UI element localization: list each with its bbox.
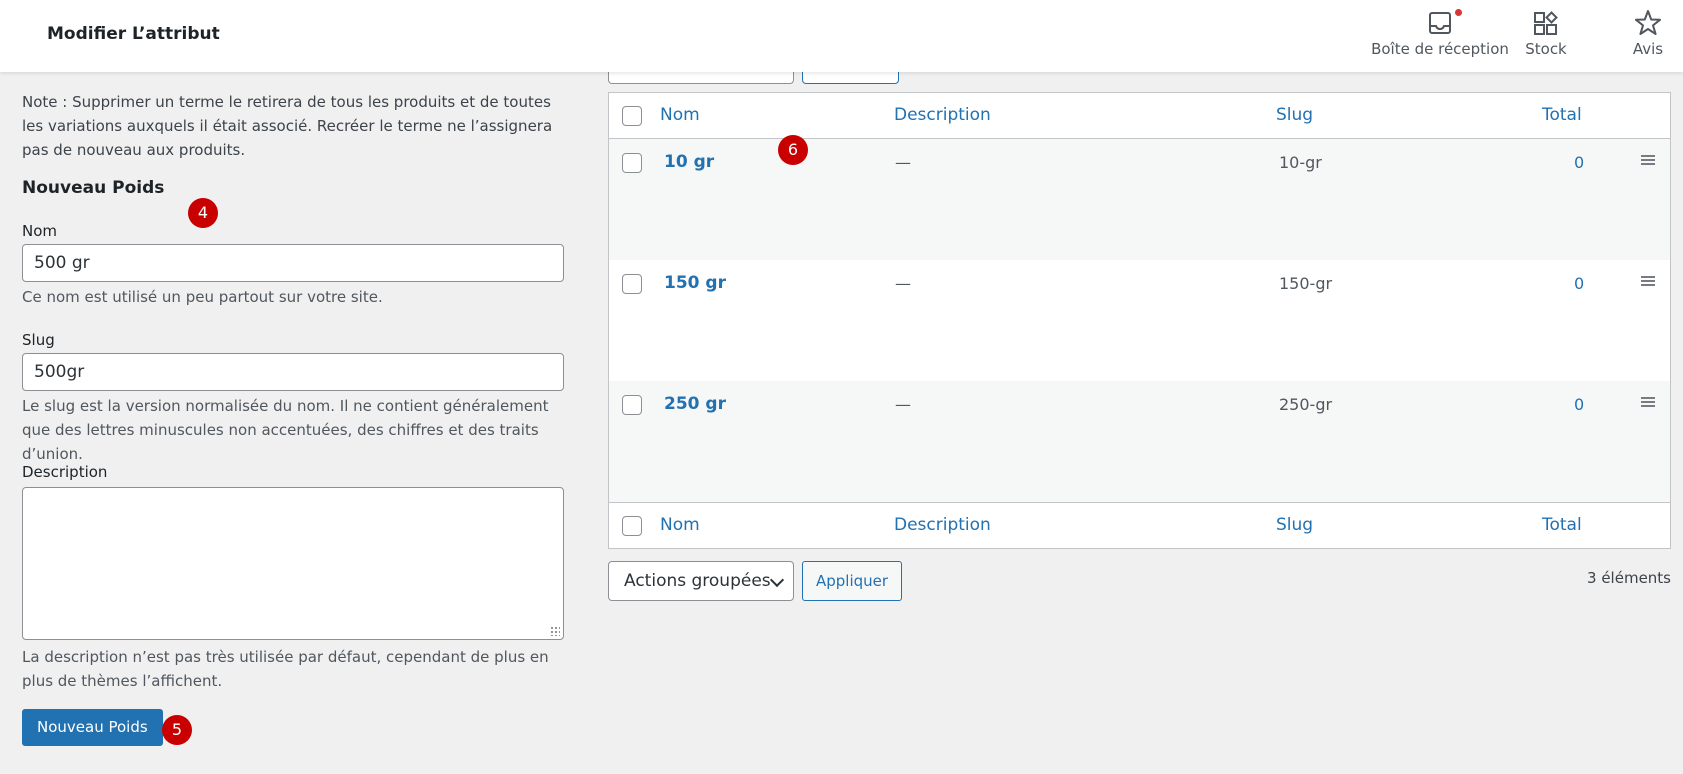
select-all-checkbox-footer[interactable] [622,516,642,536]
term-slug: 150-gr [1279,274,1333,293]
term-count-link[interactable]: 0 [1574,395,1584,414]
terms-table: Nom Description Slug Total 10 gr — 10-gr… [608,92,1671,549]
table-row: 10 gr — 10-gr 0 [609,139,1670,260]
column-header-description[interactable]: Description [894,105,991,125]
chevron-down-icon [769,572,785,588]
description-field-label: Description [22,463,108,481]
inbox-button[interactable]: Boîte de réception [1362,9,1518,58]
delete-note: Note : Supprimer un terme le retirera de… [22,93,553,159]
stock-icon [1532,9,1560,37]
term-description: — [895,274,911,293]
description-help-text: La description n’est pas très utilisée p… [22,648,549,690]
term-count-link[interactable]: 0 [1574,153,1584,172]
term-name-link[interactable]: 250 gr [664,394,726,414]
table-footer: Nom Description Slug Total [609,502,1670,548]
reviews-button[interactable]: Avis [1630,9,1666,58]
form-section-title: Nouveau Poids [22,178,165,198]
items-count: 3 éléments [1587,569,1671,587]
select-all-checkbox[interactable] [622,106,642,126]
name-help-text: Ce nom est utilisé un peu partout sur vo… [22,288,383,306]
apply-button[interactable]: Appliquer [802,561,903,601]
footer-column-description[interactable]: Description [894,515,991,535]
table-row: 250 gr — 250-gr 0 [609,381,1670,502]
row-checkbox[interactable] [622,395,642,415]
bulk-actions-value: Actions groupées [624,571,771,591]
term-count-link[interactable]: 0 [1574,274,1584,293]
term-name-link[interactable]: 10 gr [664,152,714,172]
stock-label: Stock [1525,40,1567,58]
footer-column-name[interactable]: Nom [660,515,700,535]
slug-help-text: Le slug est la version normalisée du nom… [22,397,549,463]
inbox-icon [1426,9,1462,37]
drag-handle-icon[interactable] [1641,397,1655,409]
slug-input[interactable]: 500gr [22,353,564,391]
stock-button[interactable]: Stock [1520,9,1572,58]
step-badge-6: 6 [778,135,808,165]
inbox-label: Boîte de réception [1371,40,1509,58]
row-checkbox[interactable] [622,274,642,294]
term-name-link[interactable]: 150 gr [664,273,726,293]
name-field-label: Nom [22,222,58,240]
notification-dot [1455,9,1462,16]
term-slug: 250-gr [1279,395,1333,414]
name-input[interactable]: 500 gr [22,244,564,282]
column-header-slug[interactable]: Slug [1276,105,1313,125]
row-checkbox[interactable] [622,153,642,173]
term-description: — [895,153,911,172]
page-title: Modifier L’attribut [47,24,220,44]
reviews-label: Avis [1632,40,1664,58]
drag-handle-icon[interactable] [1641,276,1655,288]
term-description: — [895,395,911,414]
resize-handle-icon[interactable] [550,626,560,636]
star-icon [1634,9,1662,37]
footer-column-total[interactable]: Total [1542,515,1582,535]
footer-column-slug[interactable]: Slug [1276,515,1313,535]
table-header: Nom Description Slug Total [609,93,1670,139]
bulk-actions-select[interactable]: Actions groupées [608,561,794,601]
step-badge-4: 4 [188,198,218,228]
drag-handle-icon[interactable] [1641,155,1655,167]
table-row: 150 gr — 150-gr 0 [609,260,1670,381]
description-textarea[interactable] [22,487,564,640]
term-slug: 10-gr [1279,153,1322,172]
column-header-total[interactable]: Total [1542,105,1582,125]
add-new-weight-button[interactable]: Nouveau Poids [22,709,163,746]
step-badge-5: 5 [162,715,192,745]
column-header-name[interactable]: Nom [660,105,700,125]
top-bar: Modifier L’attribut Boîte de réception S… [0,0,1683,72]
slug-field-label: Slug [22,331,55,349]
